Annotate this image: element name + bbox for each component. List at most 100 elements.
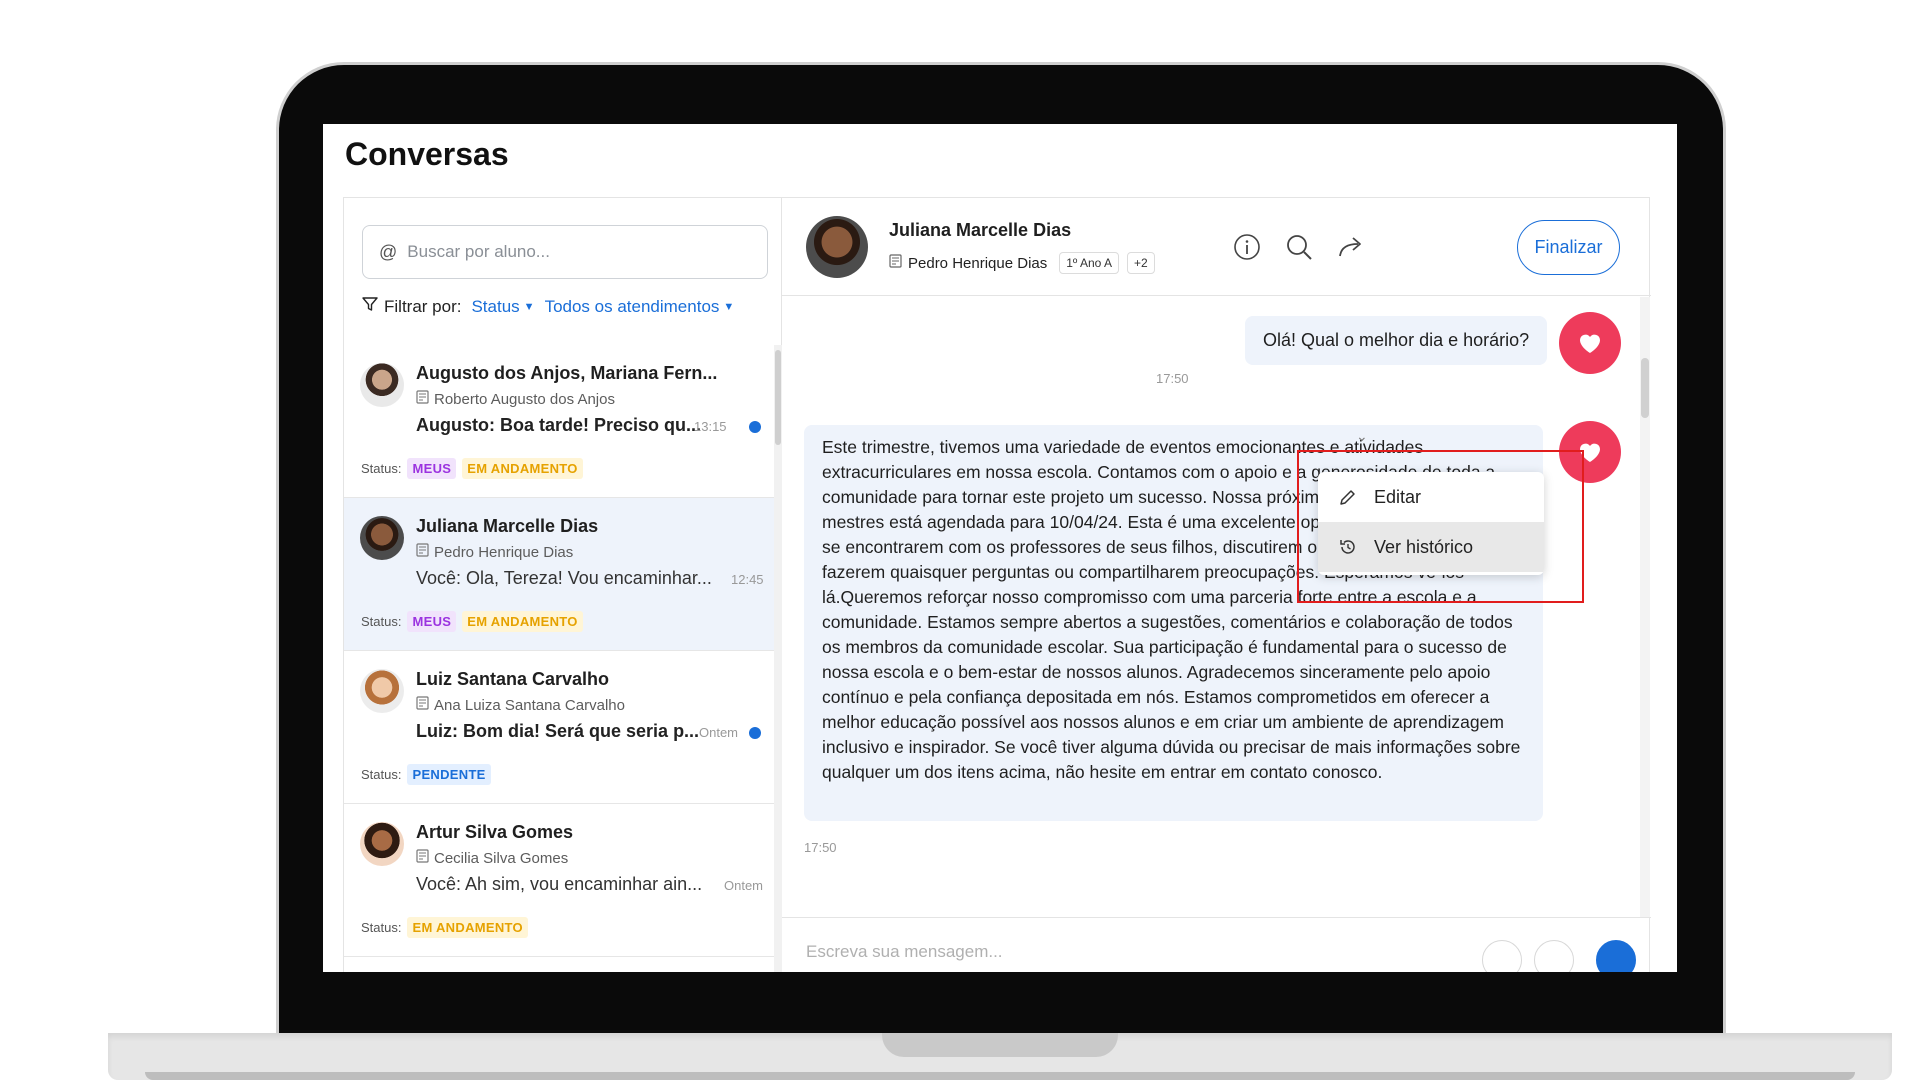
- conversation-name: Augusto dos Anjos, Mariana Fern...: [416, 363, 718, 383]
- conversation-name: Luiz Santana Carvalho: [416, 669, 610, 689]
- filter-bar: Filtrar por: Status ▼ Todos os atendiment…: [362, 296, 744, 317]
- search-input[interactable]: [407, 242, 748, 262]
- list-scrollbar-thumb[interactable]: [775, 350, 781, 445]
- heart-icon[interactable]: [1559, 312, 1621, 374]
- conversation-time: 12:45: [731, 572, 764, 587]
- message-time: 17:50: [804, 840, 837, 855]
- avatar: [806, 216, 868, 278]
- message-time: 17:50: [1156, 371, 1189, 386]
- conversation-last-message: Augusto: Boa tarde! Preciso qu...: [416, 415, 702, 435]
- conversation-name: Artur Silva Gomes: [416, 822, 574, 842]
- info-icon[interactable]: [1232, 232, 1262, 262]
- student-name: Roberto Augusto dos Anjos: [434, 390, 615, 408]
- unread-dot: [749, 421, 761, 433]
- student-icon: [416, 696, 429, 714]
- laptop-base-shadow: [145, 1072, 1855, 1080]
- message-composer: [782, 917, 1651, 972]
- chat-header: Juliana Marcelle Dias Pedro Henrique Dia…: [782, 198, 1651, 296]
- status-label: Status:: [361, 920, 402, 935]
- attach-button[interactable]: [1482, 940, 1522, 972]
- conversation-item[interactable]: Luiz Santana Carvalho Ana Luiza Santana …: [344, 651, 774, 804]
- status-badge: MEUS: [407, 458, 457, 479]
- student-name: Pedro Henrique Dias: [908, 254, 1048, 272]
- conversation-status: Status: MEUS EM ANDAMENTO: [361, 611, 583, 632]
- chevron-down-icon[interactable]: ⌄: [1356, 428, 1368, 445]
- status-label: Status:: [361, 614, 402, 629]
- search-icon[interactable]: [1284, 232, 1314, 262]
- status-label: Status:: [361, 767, 402, 782]
- laptop-notch: [882, 1033, 1118, 1057]
- conversation-student: Pedro Henrique Dias: [416, 543, 573, 561]
- status-badge: PENDENTE: [407, 764, 491, 785]
- avatar: [360, 363, 404, 407]
- conversation-status: Status: MEUS EM ANDAMENTO: [361, 458, 583, 479]
- avatar: [360, 516, 404, 560]
- student-icon: [416, 849, 429, 867]
- conversation-student: Ana Luiza Santana Carvalho: [416, 696, 625, 714]
- avatar: [360, 822, 404, 866]
- filter-label: Filtrar por:: [384, 296, 462, 316]
- finalize-button[interactable]: Finalizar: [1517, 220, 1620, 275]
- status-label: Status:: [361, 461, 402, 476]
- chat-scrollbar-thumb[interactable]: [1641, 358, 1649, 418]
- caret-down-icon: ▼: [523, 300, 535, 313]
- conversation-item[interactable]: Artur Silva Gomes Cecilia Silva Gomes Vo…: [344, 804, 774, 957]
- conversation-item[interactable]: Augusto dos Anjos, Mariana Fern... Rober…: [344, 345, 774, 498]
- conversation-student: Cecilia Silva Gomes: [416, 849, 568, 867]
- status-filter-label: Status: [471, 296, 520, 316]
- message-context-menu: Editar Ver histórico: [1318, 472, 1544, 575]
- conversation-item[interactable]: Juliana Marcelle Dias Pedro Henrique Dia…: [344, 498, 774, 651]
- conversation-list: Augusto dos Anjos, Mariana Fern... Rober…: [344, 345, 774, 972]
- conversation-last-message: Você: Ola, Tereza! Vou encaminhar...: [416, 568, 712, 588]
- page-title: Conversas: [345, 136, 509, 172]
- conversation-time: Ontem: [724, 878, 764, 893]
- conversation-status: Status: EM ANDAMENTO: [361, 917, 528, 938]
- caret-down-icon: ▼: [723, 300, 735, 313]
- status-badge: EM ANDAMENTO: [407, 917, 528, 938]
- atendimentos-filter-label: Todos os atendimentos: [544, 296, 720, 316]
- at-icon: @: [379, 241, 398, 262]
- unread-dot: [749, 727, 761, 739]
- status-badge: EM ANDAMENTO: [462, 458, 583, 479]
- student-icon: [416, 543, 429, 561]
- conversation-time: 13:15: [694, 419, 727, 434]
- atendimentos-filter-dropdown[interactable]: Todos os atendimentos ▼: [545, 297, 735, 317]
- student-icon: [416, 390, 429, 408]
- status-badge: EM ANDAMENTO: [462, 611, 583, 632]
- more-students-chip[interactable]: +2: [1127, 252, 1155, 274]
- edit-menu-item[interactable]: Editar: [1318, 472, 1544, 522]
- send-button[interactable]: [1596, 940, 1636, 972]
- conversation-time: Ontem: [699, 725, 739, 740]
- contact-student: Pedro Henrique Dias 1º Ano A +2: [889, 252, 1155, 274]
- forward-icon[interactable]: [1336, 232, 1366, 262]
- funnel-icon: [362, 296, 378, 317]
- search-box[interactable]: @: [362, 225, 768, 279]
- status-filter-dropdown[interactable]: Status ▼: [471, 297, 534, 317]
- class-chip: 1º Ano A: [1059, 252, 1120, 274]
- emoji-button[interactable]: [1534, 940, 1574, 972]
- conversation-name: Juliana Marcelle Dias: [416, 516, 599, 536]
- message-input[interactable]: [806, 942, 1306, 962]
- student-name: Cecilia Silva Gomes: [434, 849, 569, 867]
- history-label: Ver histórico: [1374, 536, 1474, 557]
- conversation-status: Status: PENDENTE: [361, 764, 491, 785]
- student-name: Pedro Henrique Dias: [434, 543, 574, 561]
- history-icon: [1338, 537, 1360, 557]
- pencil-icon: [1338, 487, 1360, 507]
- edit-label: Editar: [1374, 486, 1422, 507]
- student-icon: [889, 254, 902, 272]
- message-bubble: Olá! Qual o melhor dia e horário?: [1245, 316, 1548, 365]
- conversation-student: Roberto Augusto dos Anjos: [416, 390, 615, 408]
- conversation-last-message: Luiz: Bom dia! Será que seria p...: [416, 721, 700, 741]
- history-menu-item[interactable]: Ver histórico: [1318, 522, 1544, 572]
- app-screen: Conversas @ Filtrar por: Status▼ Todos o…: [323, 124, 1677, 972]
- heart-icon[interactable]: [1559, 421, 1621, 483]
- avatar: [360, 669, 404, 713]
- student-name: Ana Luiza Santana Carvalho: [434, 696, 625, 714]
- chat-pane: Juliana Marcelle Dias Pedro Henrique Dia…: [782, 198, 1651, 972]
- conversations-panel: @ Filtrar por: Status▼ Todos os atendime…: [343, 197, 1651, 972]
- status-badge: MEUS: [407, 611, 457, 632]
- contact-name: Juliana Marcelle Dias: [889, 220, 1072, 240]
- conversation-sidebar: @ Filtrar por: Status▼ Todos os atendime…: [344, 198, 782, 972]
- conversation-last-message: Você: Ah sim, vou encaminhar ain...: [416, 874, 703, 894]
